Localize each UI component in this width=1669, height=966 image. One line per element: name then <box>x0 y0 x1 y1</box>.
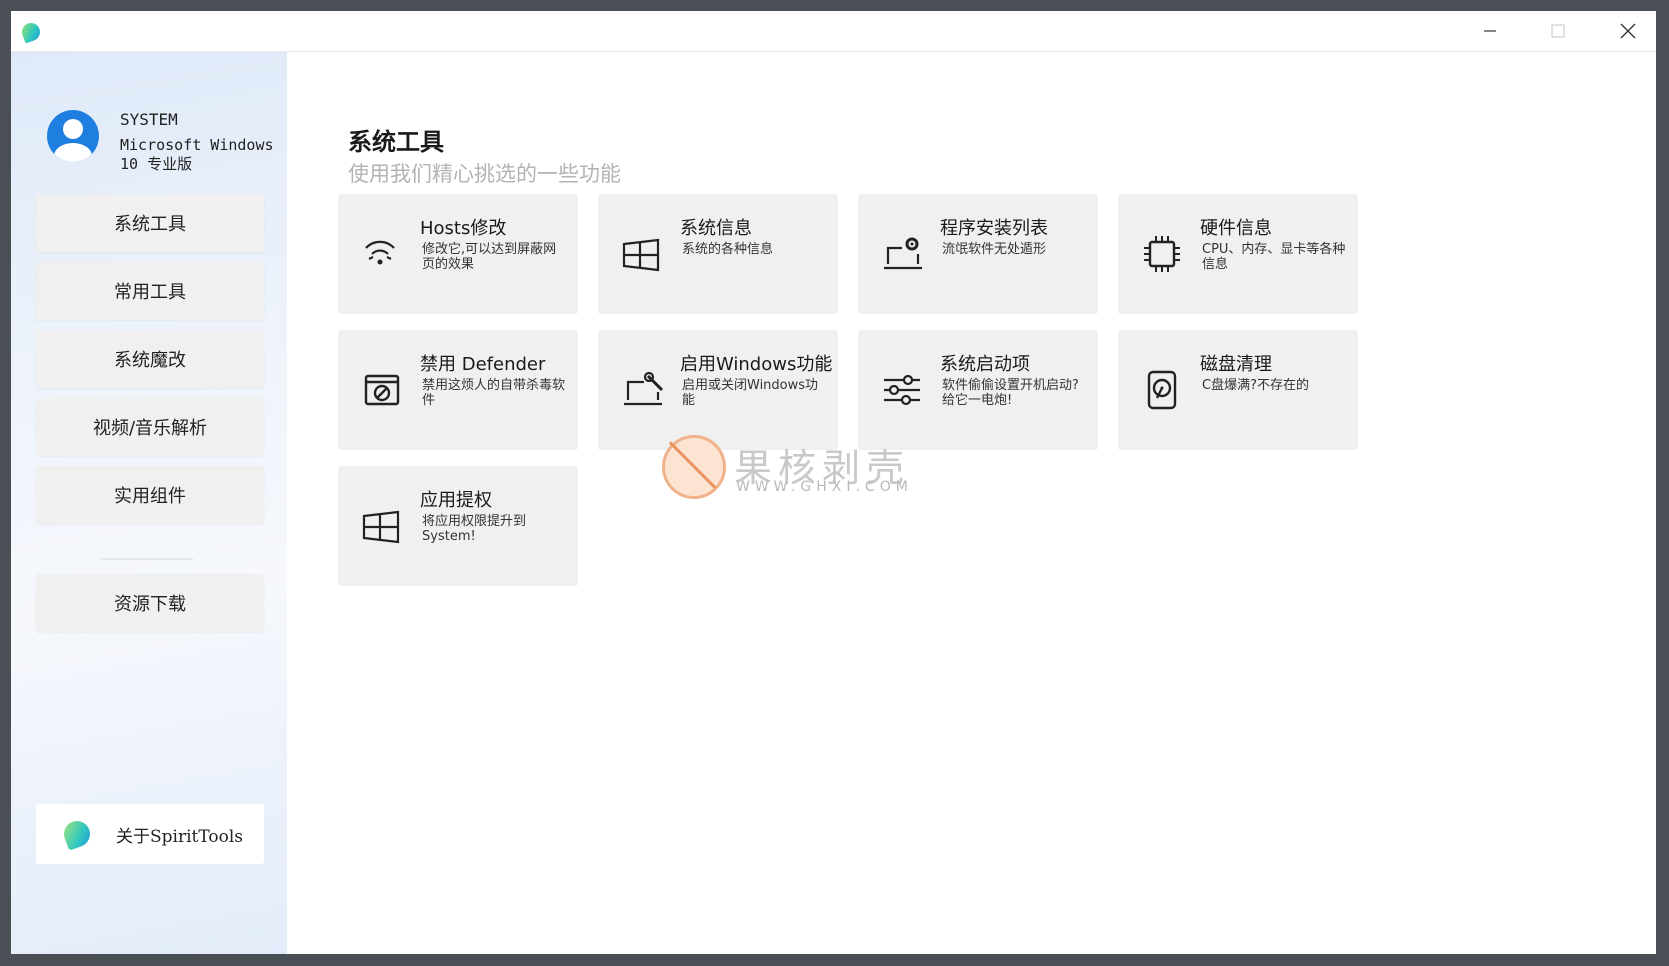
card-title: 磁盘清理 <box>1200 354 1272 375</box>
sidebar-item-system-mods[interactable]: 系统魔改 <box>36 330 264 388</box>
app-logo-icon <box>19 20 43 44</box>
card-title: 禁用 Defender <box>420 354 546 375</box>
card-desc: 流氓软件无处遁形 <box>942 242 1047 257</box>
about-button[interactable]: 关于SpiritTools <box>36 804 264 864</box>
card-title: 系统启动项 <box>940 354 1030 375</box>
sliders-icon <box>884 374 920 406</box>
sidebar-divider <box>101 558 193 560</box>
avatar <box>47 110 99 162</box>
card-hardware-info[interactable]: 硬件信息 CPU、内存、显卡等各种信息 <box>1118 194 1358 314</box>
sidebar-item-downloads[interactable]: 资源下载 <box>36 574 264 632</box>
minimize-icon <box>1484 30 1496 32</box>
card-desc: C盘爆满?不存在的 <box>1202 378 1309 393</box>
card-disable-defender[interactable]: 禁用 Defender 禁用这烦人的自带杀毒软件 <box>338 330 578 450</box>
close-button[interactable] <box>1595 11 1656 51</box>
minimize-button[interactable] <box>1457 11 1523 51</box>
laptop-gear-icon <box>884 237 922 270</box>
windows-icon <box>362 510 400 544</box>
card-desc: 系统的各种信息 <box>682 242 774 257</box>
maximize-icon <box>1551 24 1565 38</box>
sidebar: SYSTEM Microsoft Windows 10 专业版 系统工具 常用工… <box>11 52 287 954</box>
card-desc: 将应用权限提升到System! <box>422 514 527 544</box>
app-window: SYSTEM Microsoft Windows 10 专业版 系统工具 常用工… <box>11 11 1656 954</box>
page-title: 系统工具 <box>348 128 444 156</box>
watermark: 果核剥壳 WWW.GHXI.COM <box>662 435 922 499</box>
hard-disk-icon <box>1147 370 1177 410</box>
card-title: 硬件信息 <box>1200 218 1272 239</box>
laptop-wrench-icon <box>624 371 664 406</box>
sidebar-item-components[interactable]: 实用组件 <box>36 466 264 524</box>
user-os-version: Microsoft Windows 10 专业版 <box>120 136 274 173</box>
watermark-url: WWW.GHXI.COM <box>736 479 913 495</box>
main-content: 系统工具 使用我们精心挑选的一些功能 Hosts修改 修改它,可以达到屏蔽网页的… <box>287 52 1656 954</box>
app-logo-icon <box>60 817 94 851</box>
card-startup-items[interactable]: 系统启动项 软件偷偷设置开机启动? 给它一电炮! <box>858 330 1098 450</box>
blocked-window-icon <box>364 374 400 406</box>
wifi-icon <box>365 240 395 265</box>
card-hosts[interactable]: Hosts修改 修改它,可以达到屏蔽网页的效果 <box>338 194 578 314</box>
card-system-info[interactable]: 系统信息 系统的各种信息 <box>598 194 838 314</box>
title-bar[interactable] <box>11 11 1656 52</box>
card-desc: 修改它,可以达到屏蔽网页的效果 <box>422 242 557 272</box>
sidebar-item-system-tools[interactable]: 系统工具 <box>36 194 264 252</box>
card-elevate-app[interactable]: 应用提权 将应用权限提升到System! <box>338 466 578 586</box>
card-title: 应用提权 <box>420 490 492 511</box>
card-desc: 软件偷偷设置开机启动? 给它一电炮! <box>942 378 1079 408</box>
card-title: 系统信息 <box>680 218 752 239</box>
card-windows-features[interactable]: 启用Windows功能 启用或关闭Windows功能 <box>598 330 838 450</box>
card-title: 启用Windows功能 <box>680 354 833 375</box>
card-title: Hosts修改 <box>420 218 507 239</box>
card-disk-cleanup[interactable]: 磁盘清理 C盘爆满?不存在的 <box>1118 330 1358 450</box>
close-icon <box>1620 23 1636 39</box>
chip-icon <box>1144 236 1180 272</box>
sidebar-item-common-tools[interactable]: 常用工具 <box>36 262 264 320</box>
maximize-button[interactable] <box>1525 11 1591 51</box>
about-label: 关于SpiritTools <box>116 826 244 847</box>
page-subtitle: 使用我们精心挑选的一些功能 <box>348 162 621 186</box>
windows-icon <box>622 238 660 272</box>
card-title: 程序安装列表 <box>940 218 1048 239</box>
card-desc: CPU、内存、显卡等各种信息 <box>1202 242 1346 272</box>
card-desc: 禁用这烦人的自带杀毒软件 <box>422 378 566 408</box>
card-desc: 启用或关闭Windows功能 <box>682 378 819 408</box>
user-name: SYSTEM <box>120 110 178 129</box>
card-installed-programs[interactable]: 程序安装列表 流氓软件无处遁形 <box>858 194 1098 314</box>
sidebar-item-media-parse[interactable]: 视频/音乐解析 <box>36 398 264 456</box>
